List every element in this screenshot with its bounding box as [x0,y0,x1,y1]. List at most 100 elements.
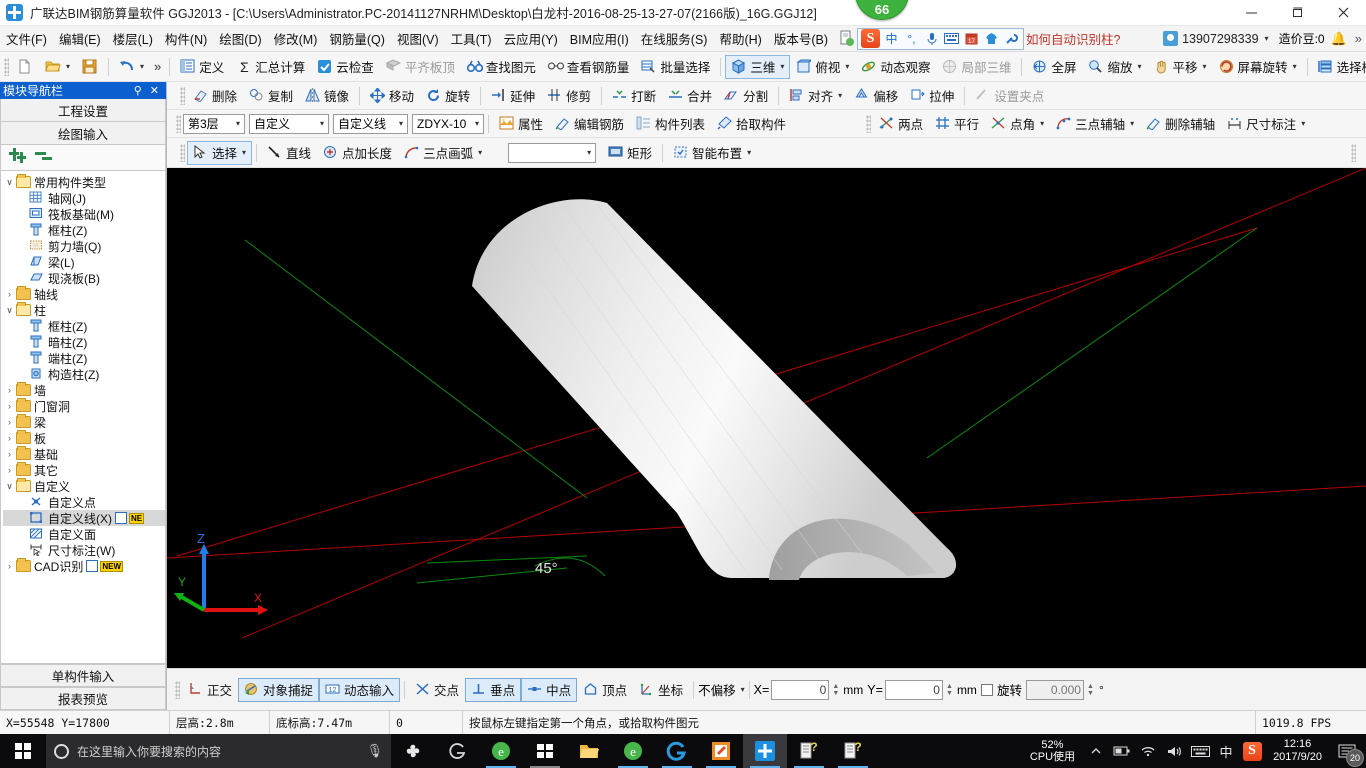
menubar-overflow-icon[interactable]: » [1355,31,1362,46]
copy-button[interactable]: 复制 [243,84,299,108]
offset-mode-select[interactable]: 不偏移 ▾ [698,680,745,699]
component-name-select[interactable]: ZDYX-10 ▾ [412,113,484,134]
open-file-button[interactable]: ▾ [39,55,76,79]
menu-modify[interactable]: 修改(M) [268,26,324,51]
properties-button[interactable]: 属性 [493,112,549,136]
action-center-button[interactable]: 20 [1330,734,1364,768]
find-element-button[interactable]: 查找图元 [461,55,542,79]
break-button[interactable]: 打断 [606,84,662,108]
tree-node-cast-slab[interactable]: 现浇板(B) [3,270,165,286]
sogou-logo-icon[interactable]: S [861,29,880,48]
maximize-button[interactable] [1274,0,1320,26]
ime-lang-icon[interactable]: 中 [883,30,900,47]
align-slab-top-button[interactable]: 平齐板顶 [380,55,461,79]
wifi-icon[interactable] [1135,734,1161,768]
midpoint-snap-toggle[interactable]: 中点 [521,677,578,702]
object-snap-toggle[interactable]: 对象捕捉 [238,677,320,702]
taskbar-search[interactable]: 在这里输入你要搜索的内容 🎙 [46,734,391,768]
draw-extra-select[interactable]: ▾ [508,142,597,163]
tree-node-raft-foundation[interactable]: 筏板基础(M) [3,206,165,222]
align-button[interactable]: 对齐 ▾ [783,84,848,108]
draw-toolbar-grip[interactable] [180,143,185,162]
sidebar-item-report-preview[interactable]: 报表预览 [0,687,166,710]
three-point-arc-chevron-down-icon[interactable]: ▾ [478,148,482,157]
menu-bim-app[interactable]: BIM应用(I) [564,26,635,51]
align-chevron-down-icon[interactable]: ▾ [838,91,842,100]
bell-icon[interactable]: 🔔 [1331,31,1347,47]
tree-node-door-window-openings[interactable]: › 门窗洞 [3,398,165,414]
tree-node-axis-lines[interactable]: › 轴线 [3,286,165,302]
component-type-select[interactable]: 自定义 ▾ [249,113,329,134]
three-point-arc-button[interactable]: 三点画弧 ▾ [398,141,488,165]
expander-icon[interactable]: ∨ [3,177,16,188]
draw-toolbar-grip-right[interactable] [1351,143,1356,162]
snap-toolbar-grip[interactable] [175,680,180,699]
expander-icon[interactable]: › [3,401,16,411]
sidebar-item-project-settings[interactable]: 工程设置 [0,99,166,122]
batch-select-button[interactable]: 批量选择 [635,55,716,79]
ime-settings-icon[interactable] [1003,30,1020,47]
ortho-toggle[interactable]: 正交 [182,678,238,702]
microphone-icon[interactable]: 🎙 [366,743,383,759]
three-d-viewport[interactable]: 45° Z X Y [167,168,1366,668]
point-plus-length-button[interactable]: 点加长度 [317,141,398,165]
save-button[interactable] [76,55,104,79]
minimize-button[interactable] [1228,0,1274,26]
tree-node-shear-wall[interactable]: 剪力墙(Q) [3,238,165,254]
three-d-button[interactable]: 三维 ▾ [725,54,791,79]
collapse-all-icon[interactable] [35,151,53,165]
undo-button[interactable]: ▾ [113,55,150,79]
pick-component-button[interactable]: 拾取构件 [711,112,792,136]
component-type-chevron-down-icon[interactable]: ▾ [320,119,324,128]
trim-button[interactable]: 修剪 [541,84,597,108]
sidebar-item-drawing-input[interactable]: 绘图输入 [0,122,166,145]
standard-toolbar-overflow-icon[interactable]: » [150,59,165,74]
taskbar-app-ggj[interactable] [743,734,787,768]
intersection-snap-toggle[interactable]: 交点 [409,678,465,702]
three-point-aux-chevron-down-icon[interactable]: ▾ [1130,119,1134,128]
point-angle-chevron-down-icon[interactable]: ▾ [1040,119,1044,128]
three-d-chevron-down-icon[interactable]: ▾ [780,62,784,71]
stretch-button[interactable]: 拉伸 [904,84,960,108]
offset-button[interactable]: 偏移 [848,84,904,108]
tree-node-end-column[interactable]: 端柱(Z) [3,350,165,366]
pan-button[interactable]: 平移 ▾ [1148,55,1213,79]
menu-view[interactable]: 视图(V) [391,26,445,51]
taskbar-app-unknown-2[interactable]: ? [831,734,875,768]
menu-edit[interactable]: 编辑(E) [53,26,107,51]
rotate-checkbox[interactable] [980,683,993,696]
tree-node-walls[interactable]: › 墙 [3,382,165,398]
sidebar-close-icon[interactable]: ✕ [146,84,163,97]
ime-skin-icon[interactable] [983,30,1000,47]
promo-link[interactable]: 如何自动识别柱? [1026,29,1120,48]
component-name-chevron-down-icon[interactable]: ▾ [475,119,479,128]
expander-icon[interactable]: ∨ [3,305,16,316]
table-view-icon[interactable] [115,512,127,524]
menu-floor[interactable]: 楼层(L) [107,26,159,51]
account-info[interactable]: 13907298339 ▾ [1163,31,1269,46]
dynamic-observe-button[interactable]: 动态观察 [855,55,936,79]
edit-rebar-button[interactable]: 编辑钢筋 [549,112,630,136]
tree-node-hidden-column[interactable]: 暗柱(Z) [3,334,165,350]
rotate-button[interactable]: 旋转 [420,84,476,108]
ime-punctuation-icon[interactable]: °, [903,30,920,47]
select-floor-button[interactable]: 选择楼层 [1312,55,1366,79]
close-button[interactable] [1320,0,1366,26]
taskbar-app-explorer[interactable] [567,734,611,768]
split-button[interactable]: 分割 [718,84,774,108]
floor-select-chevron-down-icon[interactable]: ▾ [236,119,240,128]
delete-button[interactable]: 删除 [187,84,243,108]
coordinate-snap-toggle[interactable]: 坐标 [633,678,689,702]
tree-node-foundation[interactable]: › 基础 [3,446,165,462]
expander-icon[interactable]: › [3,561,16,571]
taskbar-app-green-e[interactable]: e [611,734,655,768]
doc-green-icon[interactable] [838,30,855,47]
account-chevron-down-icon[interactable]: ▾ [1265,34,1269,43]
menu-draw[interactable]: 绘图(D) [213,26,267,51]
x-input[interactable]: 0 [771,679,830,700]
dynamic-input-toggle[interactable]: 12 动态输入 [319,677,401,702]
tree-node-common-types[interactable]: ∨ 常用构件类型 [3,174,165,190]
tree-node-custom[interactable]: ∨ 自定义 [3,478,165,494]
taskbar-app-ie-like[interactable]: e [479,734,523,768]
rotate-input[interactable]: 0.000 [1025,679,1084,700]
